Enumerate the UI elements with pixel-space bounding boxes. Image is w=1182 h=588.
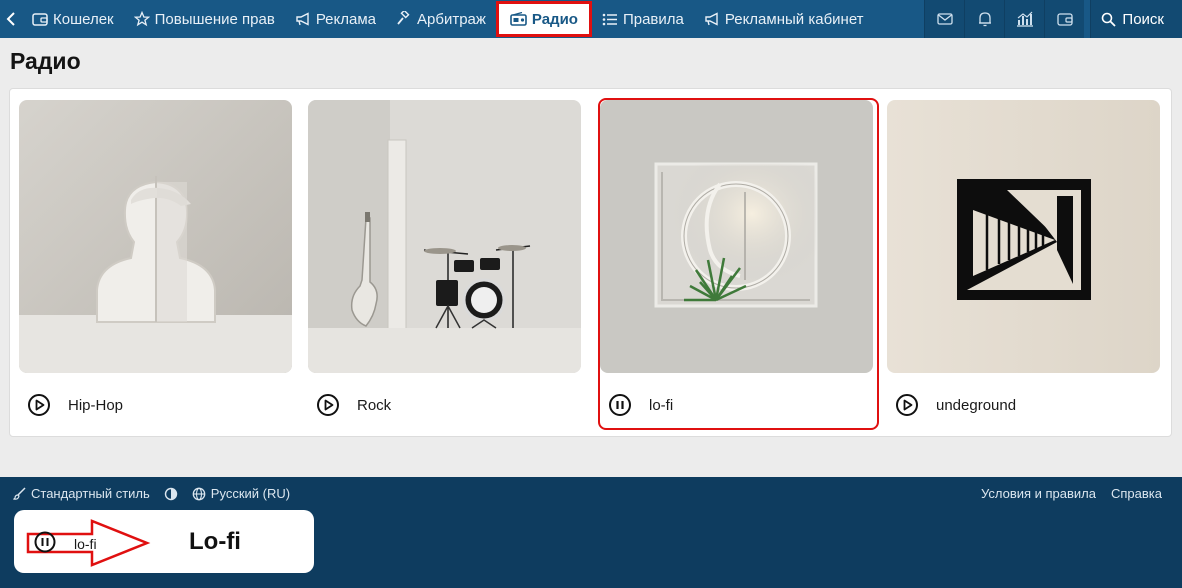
nav-label: Рекламный кабинет [724,10,864,28]
gavel-icon [397,11,410,25]
search-label: Поиск [1122,10,1164,28]
station-row: lo-fi [608,393,673,417]
page-title: Радио [10,48,81,74]
nav-item-ads[interactable]: Реклама [285,0,386,38]
style-chooser[interactable]: Стандартный стиль [13,486,150,501]
station-cover [308,100,581,373]
bell-icon[interactable] [964,0,1004,38]
station-card-hiphop[interactable]: Hip-Hop [19,100,292,425]
nav-label: Арбитраж [417,10,486,28]
help-link[interactable]: Справка [1111,486,1162,501]
mail-icon[interactable] [924,0,964,38]
station-card-rock[interactable]: Rock [308,100,581,425]
nav-item-ad-cabinet[interactable]: Рекламный кабинет [694,0,874,38]
nav-label: Правила [622,10,684,28]
search-icon [1102,12,1117,27]
station-name: lo-fi [649,396,674,414]
station-name: Rock [357,396,392,414]
search-button[interactable]: Поиск [1090,0,1182,38]
station-name: Hip-Hop [68,396,124,414]
pause-icon[interactable] [608,393,632,417]
wallet-icon[interactable] [1044,0,1084,38]
nav-item-radio[interactable]: Радио [495,1,592,37]
nav-item-upgrade[interactable]: Повышение прав [124,0,285,38]
player-track: lo-fi [74,536,97,552]
station-card-lofi[interactable]: lo-fi [598,98,879,430]
radio-icon [510,12,527,26]
stations-block: Hip-Hop Rock lo-fi undeground [9,88,1172,437]
contrast-toggle[interactable] [164,487,178,501]
star-icon [133,11,150,27]
player-annotation-label: Lo-fi [189,528,241,555]
play-icon[interactable] [27,393,51,417]
megaphone-icon [296,12,309,26]
nav-label: Повышение прав [154,10,275,28]
back-chevron-icon[interactable] [0,0,22,38]
play-icon[interactable] [316,393,340,417]
megaphone-icon [705,12,718,26]
station-cover [887,100,1160,373]
nav-label: Реклама [315,10,376,28]
station-row: Rock [316,393,391,417]
pause-icon[interactable] [34,531,56,553]
station-row: Hip-Hop [27,393,123,417]
list-icon [602,13,617,25]
station-row: undeground [895,393,1016,417]
station-cover [19,100,292,373]
nav-item-rules[interactable]: Правила [592,0,694,38]
nav-icon-group [924,0,1085,38]
globe-icon [192,487,206,500]
nav-label: Кошелек [53,10,114,28]
mini-player: lo-fi Lo-fi [14,510,314,573]
terms-link[interactable]: Условия и правила [981,486,1096,501]
nav-item-wallet[interactable]: Кошелек [22,0,124,38]
language-chooser[interactable]: Русский (RU) [192,486,290,501]
style-label: Стандартный стиль [31,486,150,501]
wallet-icon [32,13,48,26]
contrast-icon [164,487,177,500]
station-card-underground[interactable]: undeground [887,100,1160,425]
nav-item-arbitration[interactable]: Арбитраж [386,0,496,38]
station-cover [600,100,873,373]
station-name: undeground [936,396,1017,414]
brush-icon [13,487,26,500]
chart-icon[interactable] [1004,0,1044,38]
play-icon[interactable] [895,393,919,417]
top-nav: Кошелек Повышение прав Реклама Арбитраж … [0,0,1182,38]
nav-label: Радио [531,10,578,28]
language-label: Русский (RU) [210,486,291,501]
